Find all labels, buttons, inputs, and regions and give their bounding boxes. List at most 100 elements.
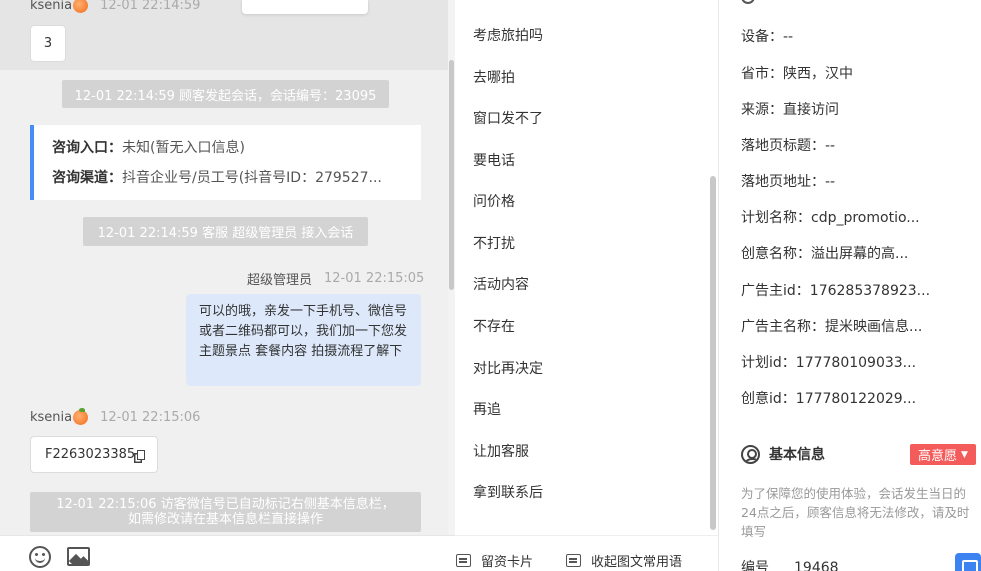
quick-reply-item[interactable]: 窗口发不了 (473, 108, 543, 128)
field-label: 来源： (741, 102, 783, 118)
field-label: 广告主名称： (741, 319, 825, 335)
field-value: 直接访问 (783, 102, 839, 118)
field-value: -- (825, 138, 836, 154)
notice-line-1: 12-01 22:15:06 访客微信号已自动标记右侧基本信息栏， (56, 497, 395, 512)
field-label: 创意id： (741, 391, 796, 407)
quick-reply-item[interactable]: 要电话 (473, 150, 515, 170)
entry-value: 未知(暂无入口信息) (122, 140, 245, 156)
system-notice: 12-01 22:14:59 客服 超级管理员 接入会话 (83, 217, 368, 246)
field-label: 落地页地址： (741, 174, 825, 190)
intent-dropdown[interactable]: 高意愿 ▼ (910, 444, 976, 465)
message-sender: 超级管理员 12-01 22:15:05 (247, 269, 424, 288)
id-label: 编号 (741, 560, 769, 571)
field-label: 设备： (741, 29, 783, 45)
customer-message: F2263023385 (30, 436, 158, 473)
field-label: 创意名称： (741, 246, 811, 262)
user-circle-icon (741, 444, 760, 464)
caret-down-icon: ▼ (961, 449, 968, 460)
field-value: 提米映画信息... (825, 319, 923, 335)
floating-panel-button[interactable] (955, 553, 981, 571)
field-value: 177780109033... (795, 355, 917, 371)
field-label: 落地页标题： (741, 138, 825, 154)
quick-replies-scrollbar-thumb[interactable] (710, 176, 716, 530)
quick-reply-item[interactable]: 不打扰 (473, 233, 515, 253)
quick-reply-item[interactable]: 拿到联系后 (473, 482, 543, 502)
field-value: -- (783, 29, 794, 45)
field-value: 177780122029... (795, 391, 917, 407)
quick-reply-item[interactable]: 再追 (473, 399, 501, 419)
location-icon (741, 0, 755, 4)
field-value: 176285378923... (809, 283, 931, 299)
agent-message: 可以的哦，亲发一下手机号、微信号或者二维码都可以，我们加一下您发主题景点 套餐内… (186, 294, 421, 386)
chat-panel: ksenia 12-01 22:14:59 3 12-01 22:14:59 顾… (0, 0, 455, 571)
collapse-phrases-button[interactable]: 收起图文常用语 (566, 551, 682, 570)
info-plan-id: 计划id：177780109033... (741, 352, 916, 372)
field-value: -- (825, 174, 836, 190)
info-creative-name: 创意名称：溢出屏幕的高... (741, 243, 908, 263)
visitor-info-panel: 设备：-- 省市：陕西，汉中 来源：直接访问 落地页标题：-- 落地页地址：--… (719, 0, 981, 571)
popup-edge (242, 0, 368, 14)
copy-icon[interactable] (137, 449, 145, 460)
info-plan-name: 计划名称：cdp_promotio... (741, 207, 920, 227)
lead-card-button[interactable]: 留资卡片 (456, 551, 533, 570)
collapse-phrases-label: 收起图文常用语 (591, 555, 683, 570)
message-text: 3 (43, 36, 53, 51)
peach-emoji-icon (73, 0, 89, 13)
channel-row: 咨询渠道：抖音企业号/员工号(抖音号ID：279527... (52, 165, 412, 195)
entry-info-card: 咨询入口：未知(暂无入口信息) 咨询渠道：抖音企业号/员工号(抖音号ID：279… (30, 125, 421, 200)
message-time: 12-01 22:14:59 (100, 0, 201, 13)
quick-reply-item[interactable]: 考虑旅拍吗 (473, 25, 543, 45)
sender-name: ksenia (30, 410, 73, 425)
field-label: 计划名称： (741, 210, 811, 226)
system-notice: 12-01 22:14:59 顾客发起会话，会话编号：23095 (62, 80, 389, 108)
field-value: 陕西，汉中 (783, 66, 853, 82)
lead-card-label: 留资卡片 (481, 555, 534, 570)
field-label: 广告主id： (741, 283, 810, 299)
quick-reply-item[interactable]: 对比再决定 (473, 358, 543, 378)
id-row: 编号 19468 (741, 557, 839, 571)
channel-label: 咨询渠道： (52, 170, 122, 186)
field-label: 省市： (741, 66, 783, 82)
entry-row: 咨询入口：未知(暂无入口信息) (52, 135, 412, 165)
entry-label: 咨询入口： (52, 140, 122, 156)
message-sender: ksenia 12-01 22:15:06 (30, 408, 201, 425)
card-icon (566, 554, 581, 567)
quick-reply-item[interactable]: 问价格 (473, 191, 515, 211)
field-value: cdp_promotio... (811, 210, 920, 226)
sender-name: 超级管理员 (247, 273, 313, 288)
notice-line-2: 如需修改请在基本信息栏直接操作 (127, 512, 323, 527)
card-icon (456, 554, 471, 567)
field-value: 溢出屏幕的高... (811, 246, 909, 262)
chat-scrollbar-thumb[interactable] (449, 60, 454, 290)
quick-reply-item[interactable]: 不存在 (473, 316, 515, 336)
field-label: 计划id： (741, 355, 796, 371)
intent-label: 高意愿 (918, 449, 958, 464)
info-advertiser-id: 广告主id：176285378923... (741, 280, 930, 300)
edit-deadline-notice: 为了保障您的使用体验，会话发生当日的24点之后，顾客信息将无法修改，请及时填写 (741, 486, 970, 539)
peach-emoji-icon (73, 408, 89, 425)
image-icon[interactable] (67, 547, 90, 566)
emoji-icon[interactable] (29, 546, 51, 568)
quick-reply-item[interactable]: 活动内容 (473, 274, 529, 294)
info-landing-title: 落地页标题：-- (741, 135, 835, 155)
message-text: 可以的哦，亲发一下手机号、微信号或者二维码都可以，我们加一下您发主题景点 套餐内… (199, 304, 408, 359)
id-value: 19468 (794, 560, 839, 571)
message-time: 12-01 22:15:05 (324, 271, 425, 286)
basic-info-title: 基本信息 (769, 447, 825, 463)
info-device: 设备：-- (741, 26, 793, 46)
message-sender: ksenia 12-01 22:14:59 (30, 0, 200, 13)
system-notice: 12-01 22:15:06 访客微信号已自动标记右侧基本信息栏， 如需修改请在… (30, 492, 421, 532)
customer-message: 3 (30, 25, 66, 62)
channel-value: 抖音企业号/员工号(抖音号ID：279527... (122, 170, 382, 186)
info-region: 省市：陕西，汉中 (741, 63, 853, 83)
sender-name: ksenia (30, 0, 73, 13)
basic-info-header: 基本信息 (741, 444, 825, 464)
info-creative-id: 创意id：177780122029... (741, 388, 916, 408)
info-landing-url: 落地页地址：-- (741, 171, 835, 191)
quick-replies-panel: 考虑旅拍吗 去哪拍 窗口发不了 要电话 问价格 不打扰 活动内容 不存在 对比再… (455, 0, 718, 571)
quick-reply-item[interactable]: 让加客服 (473, 441, 529, 461)
message-time: 12-01 22:15:06 (100, 410, 201, 425)
info-source: 来源：直接访问 (741, 99, 839, 119)
info-advertiser-name: 广告主名称：提米映画信息... (741, 316, 922, 336)
quick-reply-item[interactable]: 去哪拍 (473, 67, 515, 87)
